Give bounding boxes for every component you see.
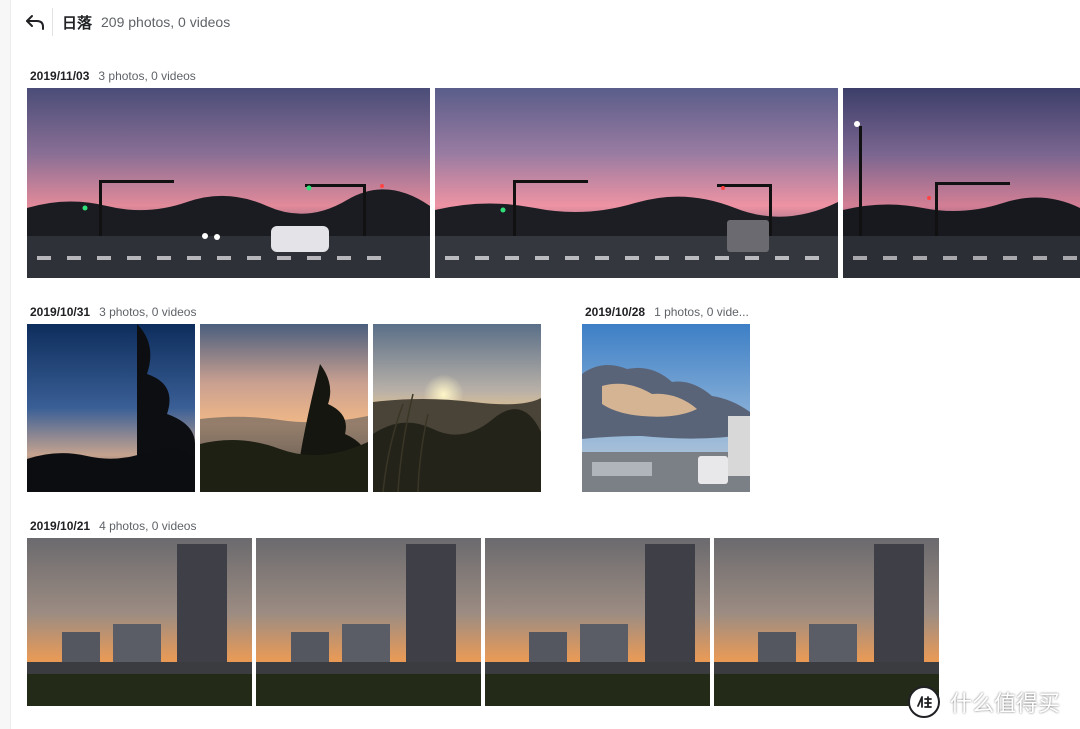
date-group-header: 2019/10/28 1 photos, 0 vide... [585,305,753,319]
group-date: 2019/10/31 [30,305,91,319]
watermark: 什么值得买 [908,684,1060,720]
date-group-header: 2019/10/21 4 photos, 0 videos [30,519,196,533]
back-arrow-icon [26,15,44,30]
photo-thumbnail[interactable] [435,88,838,278]
photo-thumbnail[interactable] [582,324,750,492]
photo-thumbnail[interactable] [200,324,368,492]
back-button[interactable] [23,10,47,34]
group-count: 4 photos, 0 videos [99,519,197,533]
photo-thumbnail[interactable] [714,538,939,706]
photo-thumbnail[interactable] [27,538,252,706]
photo-thumbnail[interactable] [27,88,430,278]
header-divider [52,8,53,36]
album-count: 209 photos, 0 videos [101,14,231,30]
album-title: 日落 [62,15,93,32]
photo-thumbnail[interactable] [373,324,541,492]
group-date: 2019/10/28 [585,305,646,319]
album-header: 日落 209 photos, 0 videos [10,0,1080,44]
group-date: 2019/10/21 [30,519,91,533]
group-count: 1 photos, 0 vide... [654,305,749,319]
photo-thumbnail[interactable] [843,88,1080,278]
watermark-logo-icon [908,686,940,718]
photo-thumbnail[interactable] [256,538,481,706]
group-date: 2019/11/03 [30,69,90,83]
group-count: 3 photos, 0 videos [98,69,196,83]
date-group-header: 2019/11/03 3 photos, 0 videos [30,69,196,83]
photo-thumbnail[interactable] [27,324,195,492]
group-count: 3 photos, 0 videos [99,305,197,319]
left-rail [0,0,11,729]
watermark-text: 什么值得买 [950,692,1061,717]
photo-thumbnail[interactable] [485,538,710,706]
date-group-header: 2019/10/31 3 photos, 0 videos [30,305,196,319]
